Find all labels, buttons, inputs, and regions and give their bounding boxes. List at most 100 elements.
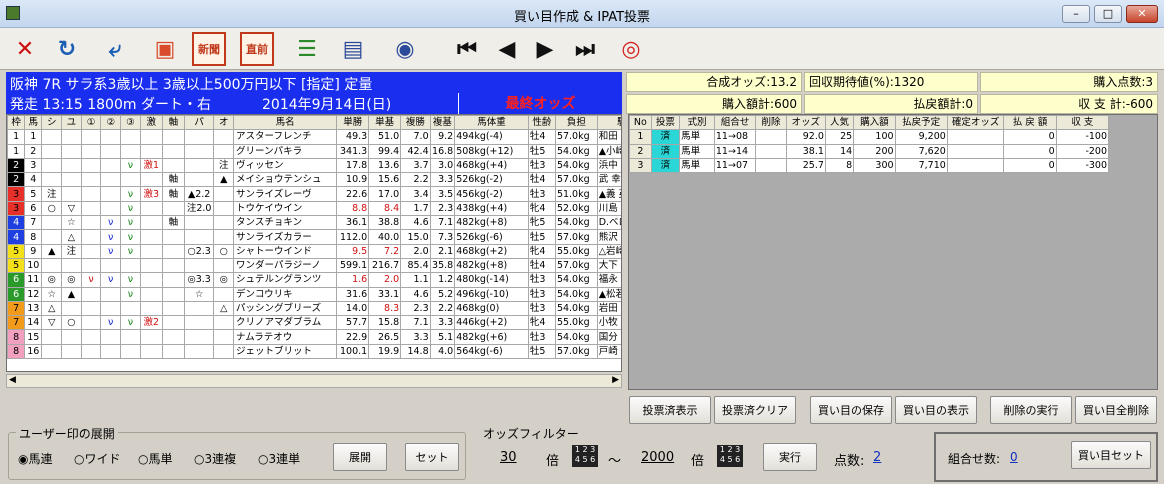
horse-row[interactable]: 8 15 ナムラテオウ 22.9 26.5 3.3 5.1 482kg(+6) 牡3 54.0kg… [7,329,621,345]
odds-min-value[interactable]: 30 [500,450,517,465]
horse-row[interactable]: 1 2 グリーンパキラ 341.3 99.4 42.4 16.8 508kg(+12) 牡5 54… [7,143,621,159]
odds-min-spinner[interactable]: 1 2 34 5 6 [572,445,598,467]
horse-header-cell[interactable]: 枠 [7,115,26,131]
horse-header-cell[interactable]: 軸 [161,115,185,131]
chokuzen-icon[interactable]: 直前 [240,32,274,66]
points-count[interactable]: 2 [873,450,881,465]
horse-header-cell[interactable]: ユ [61,115,82,131]
horse-row[interactable]: 4 8 △ ν ν サンライズカラー 112.0 40.0 15.0 7.3 526kg(-6) 牡5… [7,229,621,245]
horse-row[interactable]: 2 3 ν 激1 注ヴィッセン 17.8 13.6 3.7 3.0 468kg(+4) 牡3 54.0… [7,157,621,174]
horse-header-cell[interactable]: 単勝 [336,115,370,131]
radio-4[interactable]: ○3連複 [194,450,236,467]
horse-header-cell[interactable]: 性齢 [527,115,556,131]
horse-row[interactable]: 3 5 注 ν 激3 軸 ▲2.2 サンライズレーヴ 22.6 17.0 3.4 3.5 456kg(-… [7,186,621,202]
ticket-header-cell[interactable]: 人気 [824,115,855,131]
ticket-header-cell[interactable]: 払 戻 額 [1003,115,1057,131]
ticket-header-cell[interactable]: 払戻予定 [894,115,948,131]
horse-cell [139,143,163,159]
radio-3[interactable]: ○馬単 [138,450,173,467]
horse-grid[interactable]: 枠馬シユ①②③激軸パオ馬名単勝単基複勝複基馬体重性齢負担騎11アスターフレンチ4… [6,114,622,372]
globe-check-icon[interactable]: ◉ [388,32,422,66]
show-kaime-button[interactable]: 買い目の表示 [895,396,977,424]
horse-row[interactable]: 5 10 ワンダーパラジーノ 599.1 216.7 85.4 35.8 482kg(+8) 牡… [7,257,621,274]
ticket-header-cell[interactable]: 収 支 [1055,115,1110,131]
ticket-row[interactable]: 3 済馬単 11→07 25.7 8 300 7,710 0 -300 [629,157,1110,174]
horse-row[interactable]: 3 6 ○ ▽ ν 注2.0 トウケイウイン 8.8 8.4 1.7 2.3 438kg(+4) 牝4 5… [7,200,621,217]
horse-row[interactable]: 7 13 △ △ パッシングブリーズ 14.0 8.3 2.3 2.2 468kg(0) 牡3 54.… [7,300,621,317]
odds-max-value[interactable]: 2000 [641,450,674,465]
ticket-header-cell[interactable]: 組合せ [713,115,757,131]
document-icon[interactable]: ▤ [336,32,370,66]
horse-header-cell[interactable]: 騎 [596,115,621,131]
touhyozumi-clear-button[interactable]: 投票済クリア [714,396,796,424]
ticket-header-cell[interactable]: オッズ [785,115,826,131]
horse-header-cell[interactable]: 単基 [368,115,402,131]
horse-header-cell[interactable]: 複勝 [400,115,431,131]
kaime-set-button[interactable]: 買い目セット [1071,441,1151,469]
horse-cell: ◎ [61,272,82,288]
next-icon[interactable]: ▶ [528,32,562,66]
screen-icon[interactable]: ▣ [148,32,182,66]
scroll-right-icon[interactable]: ▶ [612,375,619,385]
horse-header-cell[interactable]: パ [183,115,215,131]
maximize-button[interactable]: □ [1094,5,1122,23]
ticket-header-cell[interactable]: 削除 [755,115,787,131]
horse-row[interactable]: 7 14 ▽ ○ ν ν 激2 クリノアマダブラム 57.7 15.8 7.1 3.3 446kg(+2… [7,315,621,331]
horse-header-cell[interactable]: 複基 [429,115,456,131]
ticket-grid[interactable]: No 投票 式別 組合せ 削除 オッズ 人気 購入額 払戻予定 確定オッズ払 戻 額収 支 1 済馬単… [628,114,1158,390]
scroll-left-icon[interactable]: ◀ [9,375,16,385]
horse-cell: 岩田 康 [596,300,621,317]
horse-cell: 1 [7,129,26,145]
first-icon[interactable]: ⏮ [450,32,484,66]
return-icon[interactable]: ⤶ [98,32,132,66]
close-button[interactable]: ✕ [1126,5,1158,23]
minimize-button[interactable]: – [1062,5,1090,23]
horse-header-cell[interactable]: 激 [139,115,163,131]
prev-icon[interactable]: ◀ [490,32,524,66]
horse-header-cell[interactable]: ② [100,115,122,131]
ticket-header-cell[interactable]: 式別 [679,115,715,131]
touhyozumi-hyoji-button[interactable]: 投票済表示 [629,396,711,424]
horse-row[interactable]: 6 11 ◎ ◎ ν ν ν ◎3.3 ◎ シュテルングランツ 1.6 2.0 1.1 1.2 480kg(… [7,272,621,288]
horse-cell: 35.8 [429,257,456,274]
horse-header-cell[interactable]: 馬体重 [454,115,529,131]
expand-button[interactable]: 展開 [333,443,387,471]
horse-header-cell[interactable]: ③ [120,115,141,131]
last-icon[interactable]: ⏭ [568,32,602,66]
ticket-header-cell[interactable]: 確定オッズ [946,115,1005,131]
horse-header-cell[interactable]: シ [41,115,63,131]
odds-max-spinner[interactable]: 1 2 34 5 6 [717,445,743,467]
horse-row[interactable]: 8 16 ジェットブリット 100.1 19.9 14.8 4.0 564kg(-6) 牡5 57… [7,343,621,360]
ticket-row[interactable]: 2 済馬単 11→14 38.1 14 200 7,620 0 -200 [629,143,1110,159]
ticket-header-cell[interactable]: No [629,115,652,131]
horse-header-cell[interactable]: 馬名 [233,115,338,131]
horse-header-cell[interactable]: 馬 [24,115,43,131]
close-x-icon[interactable]: ✕ [8,32,42,66]
user-mark-set-button[interactable]: セット [405,443,459,471]
shinbun-icon[interactable]: 新聞 [192,32,226,66]
delete-exec-button[interactable]: 削除の実行 [990,396,1072,424]
combo-count[interactable]: 0 [1010,450,1018,464]
numbered-list-icon[interactable]: ☰ [290,32,324,66]
horse-header-cell[interactable]: オ [213,115,235,131]
horse-cell: 軸 [161,186,185,202]
horse-header-cell[interactable]: 負担 [554,115,598,131]
filter-exec-button[interactable]: 実行 [763,443,817,471]
radio-5[interactable]: ○3連単 [258,450,300,467]
horse-row[interactable]: 5 9 ▲ 注 ν ν ○2.3 ○ シャトーウインド 9.5 7.2 2.0 2.1 468kg(+2)… [7,243,621,259]
horse-row[interactable]: 4 7 ☆ ν ν 軸 タンスチョキン 36.1 38.8 4.6 7.1 482kg(+8) 牝5 54… [7,215,621,231]
horse-header-cell[interactable]: ① [80,115,102,131]
horse-row[interactable]: 1 1 アスターフレンチ 49.3 51.0 7.0 9.2 494kg(-4) 牡4 57.0k… [7,129,621,145]
save-kaime-button[interactable]: 買い目の保存 [810,396,892,424]
ipat-icon[interactable]: ◎ [614,32,648,66]
horse-row[interactable]: 6 12 ☆ ▲ ν ☆ デンコウリキ 31.6 33.1 4.6 5.2 496kg(-10) 牡3 5… [7,286,621,302]
ticket-row[interactable]: 1 済馬単 11→08 92.0 25 100 9,200 0 -100 [629,129,1110,145]
delete-all-button[interactable]: 買い目全削除 [1075,396,1157,424]
horizontal-scrollbar[interactable]: ◀ ▶ [6,374,622,388]
radio-2[interactable]: ○ワイド [74,450,121,467]
horse-row[interactable]: 2 4 軸 ▲ メイショウテンシュ 10.9 15.6 2.2 3.3 526kg(-2) 牡4 57… [7,172,621,188]
ticket-header-cell[interactable]: 購入額 [853,115,896,131]
ticket-header-cell[interactable]: 投票 [650,115,681,131]
reload-icon[interactable]: ↻ [50,32,84,66]
radio-1[interactable]: ◉馬連 [18,450,53,467]
